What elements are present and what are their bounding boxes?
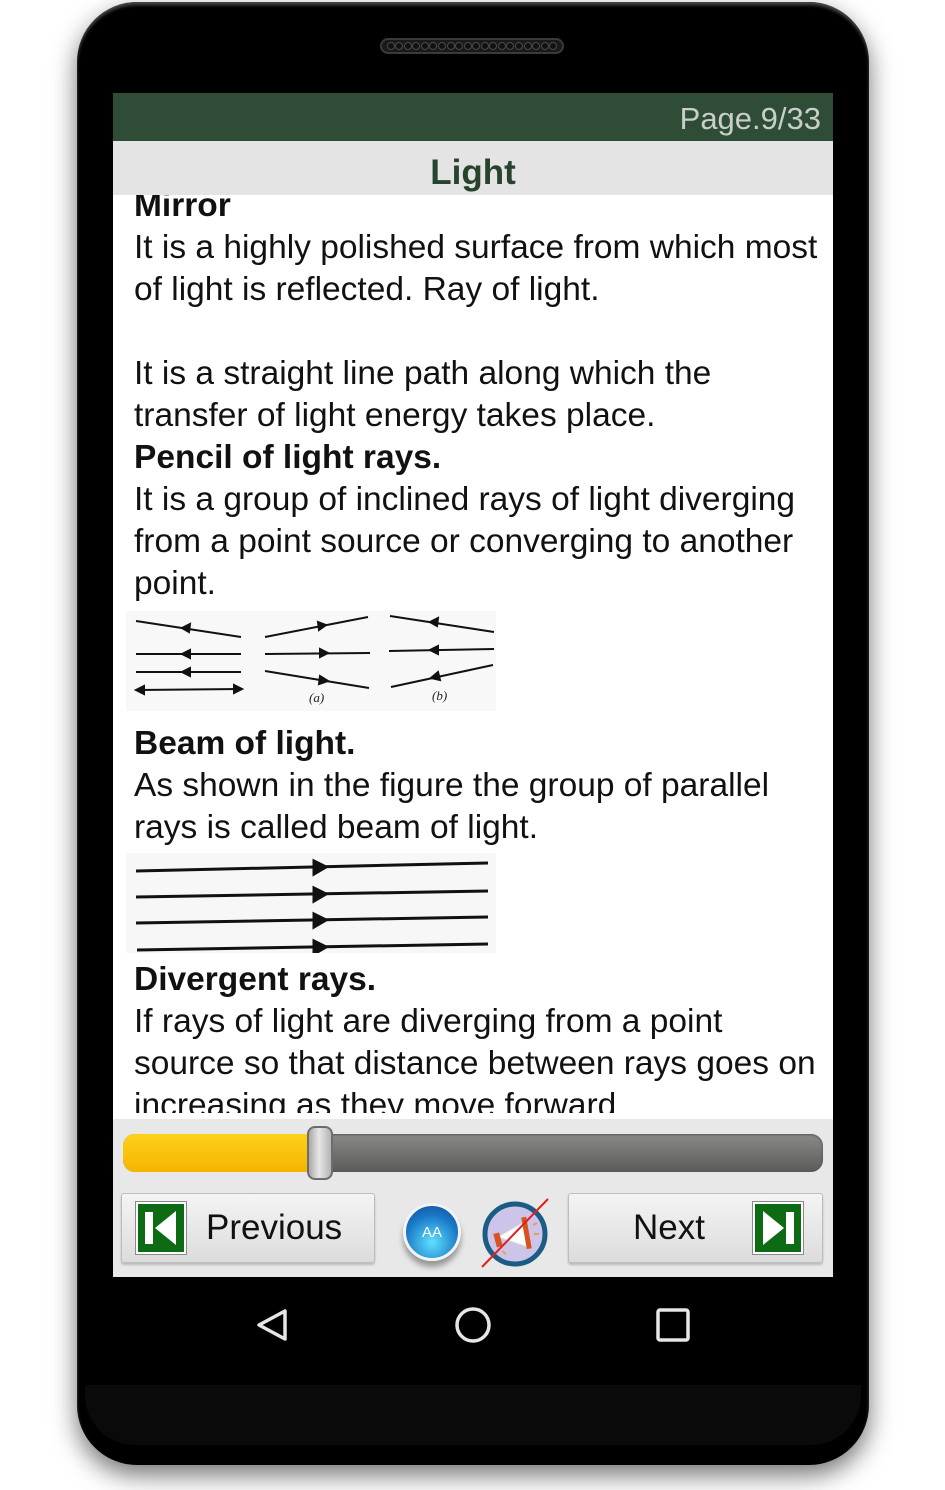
recents-square-icon[interactable] bbox=[651, 1303, 695, 1347]
figure-label-b: (b) bbox=[432, 688, 447, 703]
page-slider-thumb[interactable] bbox=[307, 1126, 333, 1180]
paragraph-beam: As shown in the figure the group of para… bbox=[134, 767, 770, 846]
previous-icon bbox=[135, 1201, 187, 1255]
previous-label: Previous bbox=[206, 1208, 343, 1247]
figure-label-a: (a) bbox=[309, 690, 324, 705]
phone-chin bbox=[85, 1385, 861, 1445]
ray-line bbox=[264, 652, 371, 655]
font-size-button[interactable]: AA bbox=[403, 1203, 461, 1261]
content-scroll-area[interactable]: Mirror It is a highly polished surface f… bbox=[113, 195, 833, 1113]
paragraph-mirror: It is a highly polished surface from whi… bbox=[134, 229, 818, 308]
back-triangle-icon[interactable] bbox=[251, 1303, 295, 1347]
app-screen: Page.9/33 Light Mirror It is a highly po… bbox=[113, 93, 833, 1277]
content-text: Mirror It is a highly polished surface f… bbox=[126, 195, 829, 1113]
sound-toggle-button[interactable] bbox=[480, 1197, 550, 1269]
home-circle-icon[interactable] bbox=[451, 1303, 495, 1347]
paragraph-ray: It is a straight line path along which t… bbox=[134, 355, 712, 434]
paragraph-pencil: It is a group of inclined rays of light … bbox=[134, 481, 796, 602]
next-label: Next bbox=[633, 1208, 705, 1247]
page-title: Light bbox=[430, 153, 516, 192]
paragraph-divergent: If rays of light are diverging from a po… bbox=[134, 1003, 816, 1113]
title-bar: Light bbox=[113, 141, 833, 195]
page-slider[interactable] bbox=[123, 1126, 823, 1180]
sound-off-icon bbox=[481, 1198, 549, 1268]
section-heading-beam: Beam of light. bbox=[134, 725, 356, 762]
page-slider-fill bbox=[123, 1134, 319, 1172]
pencil-of-light-figure: (a) (b) bbox=[126, 611, 496, 711]
previous-button[interactable]: Previous bbox=[121, 1193, 375, 1263]
beam-of-light-figure bbox=[126, 853, 496, 953]
system-navigation-bar bbox=[113, 1277, 833, 1377]
next-icon bbox=[751, 1201, 804, 1255]
ray-line bbox=[137, 688, 241, 691]
speaker-grille bbox=[380, 38, 564, 54]
font-size-icon: AA bbox=[421, 1223, 442, 1241]
section-heading-mirror: Mirror bbox=[134, 195, 231, 224]
section-heading-pencil: Pencil of light rays. bbox=[134, 439, 442, 476]
section-heading-divergent: Divergent rays. bbox=[134, 961, 377, 998]
top-bar: Page.9/33 bbox=[113, 93, 833, 141]
bottom-controls: Previous AA Next bbox=[113, 1119, 833, 1277]
page-indicator: Page.9/33 bbox=[679, 101, 821, 136]
next-button[interactable]: Next bbox=[568, 1193, 823, 1263]
